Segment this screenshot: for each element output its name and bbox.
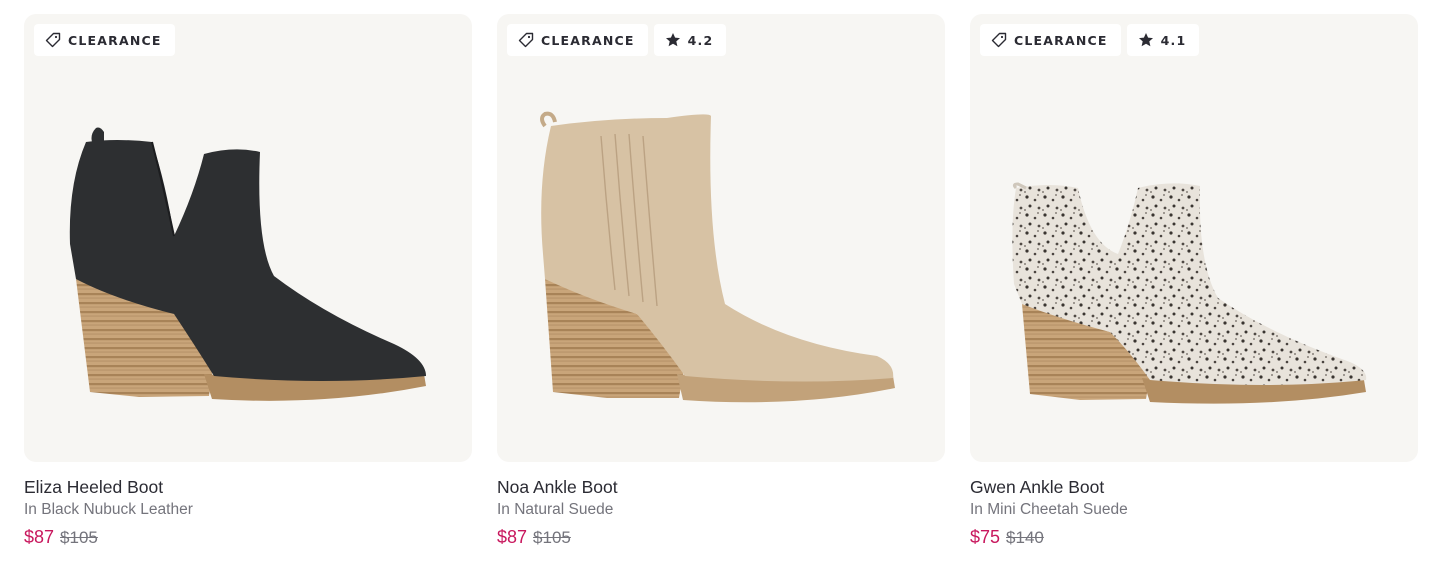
- clearance-badge-label: CLEARANCE: [1014, 32, 1108, 48]
- product-image-area[interactable]: CLEARANCE 4.1: [970, 14, 1418, 462]
- rating-value: 4.2: [687, 32, 714, 48]
- clearance-badge: CLEARANCE: [980, 24, 1121, 56]
- product-image-black-boot: [69, 127, 427, 401]
- product-card[interactable]: CLEARANCE Eliza Heeled Boot In Black Nub…: [24, 14, 472, 548]
- price-row: $87 $105: [497, 527, 945, 548]
- price-row: $75 $140: [970, 527, 1418, 548]
- rating-badge: 4.2: [653, 24, 727, 56]
- badge-row: CLEARANCE 4.2: [507, 24, 727, 56]
- product-card[interactable]: CLEARANCE 4.1 Gwen Ankle Boot In Mini Ch…: [970, 14, 1418, 548]
- tag-icon: [991, 32, 1007, 48]
- badge-row: CLEARANCE 4.1: [980, 24, 1200, 56]
- rating-value: 4.1: [1160, 32, 1187, 48]
- product-info: Gwen Ankle Boot In Mini Cheetah Suede $7…: [970, 462, 1418, 548]
- original-price: $105: [533, 528, 571, 547]
- product-variant: In Natural Suede: [497, 501, 614, 518]
- tag-icon: [518, 32, 534, 48]
- product-grid: CLEARANCE Eliza Heeled Boot In Black Nub…: [24, 14, 1419, 574]
- product-image-area[interactable]: CLEARANCE 4.2: [497, 14, 945, 462]
- star-icon: [1138, 33, 1153, 47]
- sale-price: $87: [24, 527, 55, 547]
- product-image-area[interactable]: CLEARANCE: [24, 14, 472, 462]
- product-image-cheetah-boot: [1012, 182, 1367, 404]
- product-name[interactable]: Gwen Ankle Boot: [970, 476, 1418, 498]
- product-card[interactable]: CLEARANCE 4.2 Noa Ankle Boot In Natural …: [497, 14, 945, 548]
- tag-icon: [45, 32, 61, 48]
- product-variant: In Black Nubuck Leather: [24, 501, 193, 518]
- clearance-badge: CLEARANCE: [34, 24, 175, 56]
- star-icon: [665, 33, 680, 47]
- price-row: $87 $105: [24, 527, 472, 548]
- product-image-tan-boot: [540, 111, 895, 403]
- sale-price: $75: [970, 527, 1001, 547]
- clearance-badge-label: CLEARANCE: [68, 32, 162, 48]
- sale-price: $87: [497, 527, 528, 547]
- original-price: $105: [60, 528, 98, 547]
- product-name[interactable]: Eliza Heeled Boot: [24, 476, 472, 498]
- badge-row: CLEARANCE: [34, 24, 175, 56]
- clearance-badge-label: CLEARANCE: [541, 32, 635, 48]
- product-info: Eliza Heeled Boot In Black Nubuck Leathe…: [24, 462, 472, 548]
- product-name[interactable]: Noa Ankle Boot: [497, 476, 945, 498]
- rating-badge: 4.1: [1126, 24, 1200, 56]
- original-price: $140: [1006, 528, 1044, 547]
- product-variant: In Mini Cheetah Suede: [970, 501, 1128, 518]
- product-info: Noa Ankle Boot In Natural Suede $87 $105: [497, 462, 945, 548]
- clearance-badge: CLEARANCE: [507, 24, 648, 56]
